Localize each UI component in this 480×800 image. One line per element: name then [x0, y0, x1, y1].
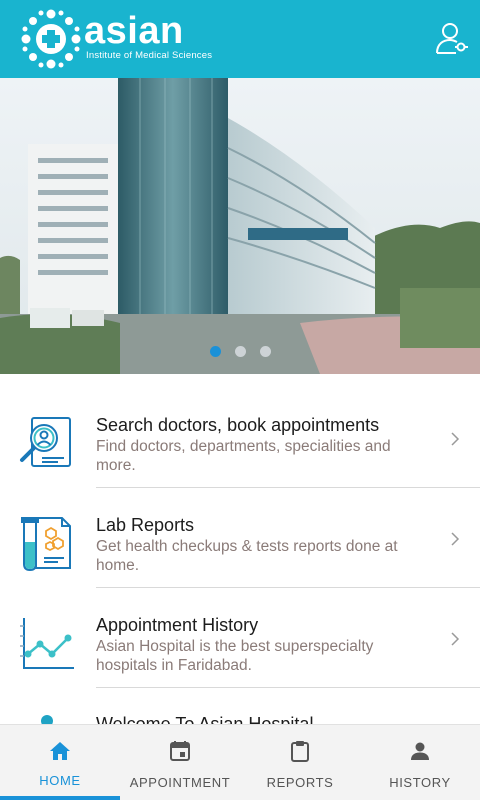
tab-label: APPOINTMENT [129, 775, 231, 790]
carousel-dot-2[interactable] [235, 346, 246, 357]
brand-name: asian [84, 10, 184, 52]
list-item-appointment-history[interactable]: Appointment History Asian Hospital is th… [0, 588, 480, 688]
list-item-text: Lab Reports Get health checkups & tests … [96, 514, 431, 575]
carousel-dot-3[interactable] [260, 346, 271, 357]
doctor-search-icon [20, 417, 71, 467]
list-item-description: Get health checkups & tests reports done… [96, 538, 398, 574]
home-menu-list: Search doctors, book appointments Find d… [0, 388, 480, 728]
brand-subtitle: Institute of Medical Sciences [86, 50, 213, 61]
list-item-title: Lab Reports [96, 515, 195, 535]
list-item-text: Appointment History Asian Hospital is th… [96, 614, 431, 675]
bottom-navigation: HOME APPOINTMENT REPORTS HISTORY [0, 724, 480, 800]
calendar-icon [170, 741, 190, 761]
list-item-lab-reports[interactable]: Lab Reports Get health checkups & tests … [0, 488, 480, 588]
list-item-search-doctors[interactable]: Search doctors, book appointments Find d… [0, 388, 480, 488]
lab-reports-icon [21, 517, 71, 572]
tab-label: HISTORY [389, 775, 451, 790]
person-icon [411, 742, 429, 760]
list-item-description: Asian Hospital is the best superspecialt… [96, 638, 374, 674]
appointment-history-icon [20, 618, 74, 669]
hospital-building-image [0, 78, 480, 374]
clipboard-icon [291, 741, 309, 762]
chevron-right-icon [451, 432, 460, 446]
tab-history[interactable]: HISTORY [360, 725, 480, 800]
chevron-right-icon [451, 632, 460, 646]
tab-label: HOME [39, 773, 81, 788]
tab-reports[interactable]: REPORTS [240, 725, 360, 800]
list-item-welcome[interactable]: Welcome To Asian Hospital [0, 688, 480, 728]
list-item-text: Search doctors, book appointments Find d… [96, 414, 431, 475]
tab-home[interactable]: HOME [0, 725, 120, 800]
list-item-description: Find doctors, departments, specialities … [96, 438, 391, 474]
home-icon [50, 742, 70, 760]
hospital-banner[interactable] [0, 78, 480, 374]
brand: asian Institute of Medical Sciences [84, 10, 213, 61]
list-item-title: Appointment History [96, 615, 259, 635]
tab-appointment[interactable]: APPOINTMENT [120, 725, 240, 800]
chevron-right-icon [451, 532, 460, 546]
asian-logo-icon [21, 9, 81, 69]
user-profile-icon[interactable] [434, 20, 470, 56]
app-header: asian Institute of Medical Sciences [0, 0, 480, 78]
tab-label: REPORTS [266, 775, 334, 790]
list-item-title: Search doctors, book appointments [96, 415, 380, 435]
carousel-dot-1[interactable] [210, 346, 221, 357]
carousel-indicator[interactable] [210, 346, 271, 357]
